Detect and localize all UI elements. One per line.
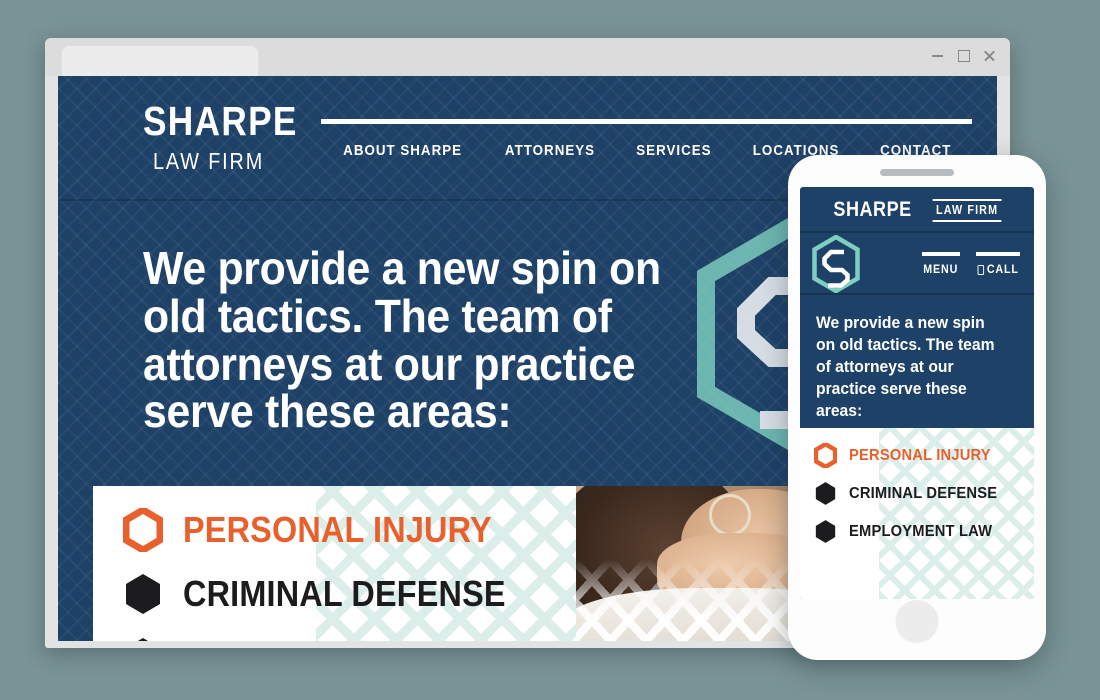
mobile-hero-heading: We provide a new spin on old tactics. Th… [816,314,995,421]
nav-rule [860,118,972,124]
action-rule [922,252,960,256]
hexagon-filled-icon [137,638,149,641]
mobile-practice-label: EMPLOYMENT LAW [849,522,993,540]
mobile-header: SHARPE LAW FIRM [800,187,1034,233]
phone-home-button[interactable] [895,600,939,643]
action-rule [975,252,1020,256]
close-icon[interactable] [983,49,996,62]
mobile-practice-item-personal-injury[interactable]: PERSONAL INJURY [814,443,1034,468]
mockup-stage: SHARPE LAW FIRM ABOUT SHARPE ATTORNEYS S… [0,0,1100,700]
hexagon-outline-icon [123,508,163,552]
hero-heading: We provide a new spin on old tactics. Th… [143,242,661,438]
nav-item-services[interactable]: SERVICES [616,118,733,159]
nav-rule [732,118,861,124]
main-navigation: ABOUT SHARPE ATTORNEYS SERVICES LOCATION… [321,118,972,159]
hexagon-filled-icon [126,574,160,614]
mobile-logo-primary-text: SHARPE [833,198,912,221]
phone-speaker-grill [880,169,954,176]
nav-rule [616,118,733,124]
mobile-call-label: CALL [986,263,1019,276]
minimize-icon[interactable] [931,49,944,62]
mobile-call-button[interactable]: CALL [975,252,1020,276]
practice-areas-list: PERSONAL INJURY CRIMINAL DEFENSE [123,508,576,641]
nav-item-attorneys[interactable]: ATTORNEYS [484,118,617,159]
hexagon-s-monogram-icon[interactable] [810,235,862,293]
mobile-menu-label: MENU [923,263,959,276]
nav-rule [321,118,485,124]
logo-primary-text: SHARPE [143,98,298,145]
mobile-practice-item-employment-law[interactable]: EMPLOYMENT LAW [814,519,1034,544]
mobile-actions: MENU CALL [922,252,1020,276]
hexagon-outline-icon [814,443,837,468]
mobile-practice-label: CRIMINAL DEFENSE [849,484,998,502]
mobile-hero-section: We provide a new spin on old tactics. Th… [800,295,1034,428]
mobile-viewport: SHARPE LAW FIRM MENU CALL We provide a n… [800,187,1034,599]
nav-label: SERVICES [636,142,712,159]
practice-item-criminal-defense[interactable]: CRIMINAL DEFENSE [123,572,576,616]
nav-label: ABOUT SHARPE [343,142,463,159]
mobile-logo-secondary-text: LAW FIRM [932,198,1002,222]
site-logo[interactable]: SHARPE LAW FIRM [143,98,298,175]
photo-earring-shape [708,493,751,536]
mobile-phone-device: SHARPE LAW FIRM MENU CALL We provide a n… [788,155,1046,660]
logo-secondary-text: LAW FIRM [153,147,265,174]
phone-icon [977,264,984,275]
mobile-practice-areas-panel: PERSONAL INJURY CRIMINAL DEFENSE EMPLOYM… [800,428,1034,599]
hexagon-filled-icon [815,520,836,543]
nav-rule [484,118,617,124]
hexagon-filled-icon [815,482,836,505]
mobile-logo[interactable]: SHARPE LAW FIRM [800,198,1034,222]
mobile-sub-header: MENU CALL [800,233,1034,295]
browser-tab[interactable] [62,46,258,76]
nav-label: ATTORNEYS [505,142,596,159]
practice-label: PERSONAL INJURY [183,509,492,550]
practice-item-personal-injury[interactable]: PERSONAL INJURY [123,508,576,552]
mobile-practice-item-criminal-defense[interactable]: CRIMINAL DEFENSE [814,481,1034,506]
mobile-call-action: CALL [977,264,1018,276]
practice-label: EMPLOYMENT LAW [183,640,495,642]
practice-item-employment-law[interactable]: EMPLOYMENT LAW [123,636,576,641]
practice-list-column: PERSONAL INJURY CRIMINAL DEFENSE [93,486,576,641]
mobile-practice-label: PERSONAL INJURY [849,446,991,464]
practice-label: CRIMINAL DEFENSE [183,573,506,614]
nav-item-locations[interactable]: LOCATIONS [732,118,861,159]
nav-item-about-sharpe[interactable]: ABOUT SHARPE [321,118,485,159]
window-controls [931,49,996,62]
mobile-menu-button[interactable]: MENU [922,252,960,276]
maximize-icon[interactable] [957,49,970,62]
browser-chrome-bar [45,38,1010,76]
nav-item-contact[interactable]: CONTACT [860,118,972,159]
